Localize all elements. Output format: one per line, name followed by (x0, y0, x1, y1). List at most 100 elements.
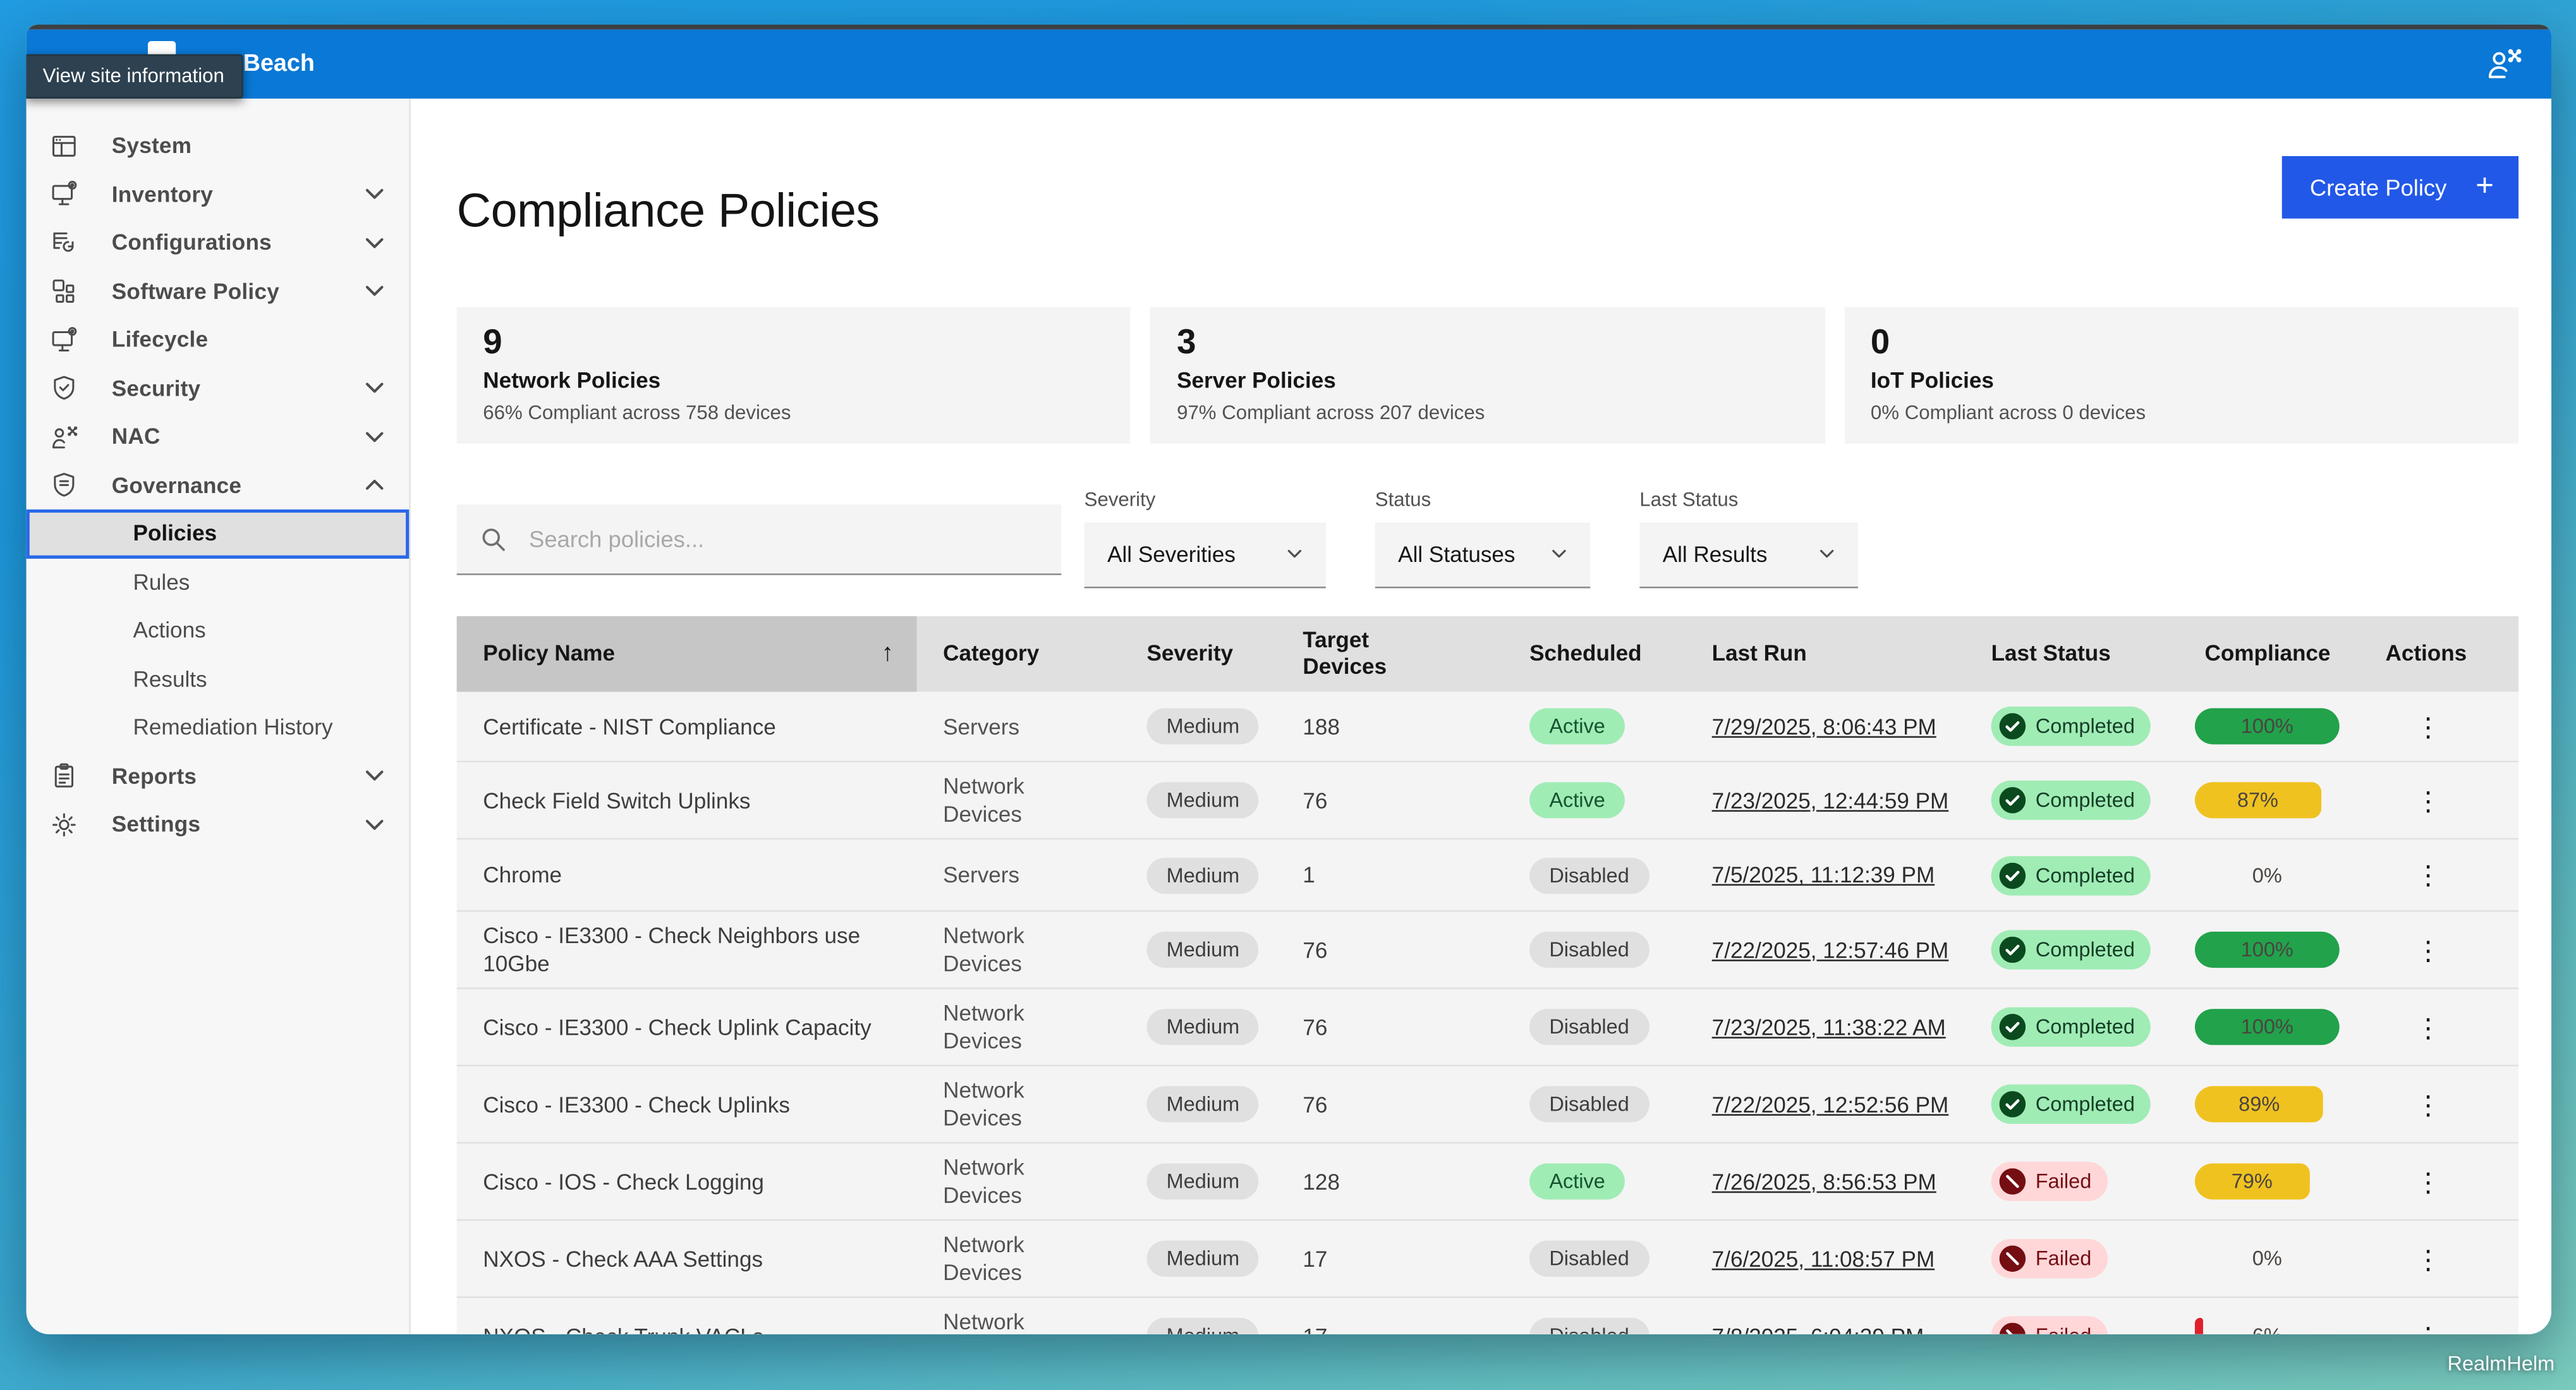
overflow-menu-icon[interactable]: ⋮ (2385, 862, 2441, 889)
sidebar-item-rules[interactable]: Rules (27, 558, 410, 607)
filter-group-last-status: Last StatusAll Results (1639, 488, 1858, 588)
compliance-percent-label: 100% (2195, 1009, 2340, 1045)
user-network-icon[interactable] (2484, 44, 2523, 83)
overflow-menu-icon[interactable]: ⋮ (2385, 1322, 2441, 1334)
cell-actions: ⋮ (2359, 763, 2518, 839)
create-policy-label: Create Policy (2310, 174, 2446, 201)
table-row[interactable]: ChromeServersMedium1Disabled7/5/2025, 11… (457, 840, 2518, 911)
last-status-badge: Failed (1991, 1239, 2108, 1278)
filter-dropdown-status[interactable]: All Statuses (1375, 522, 1591, 588)
sidebar-item-system[interactable]: System (27, 121, 410, 170)
cell-actions: ⋮ (2359, 1298, 2518, 1334)
column-header-compliance[interactable]: Compliance (2178, 616, 2359, 692)
search-input[interactable] (526, 524, 1038, 554)
last-run-link[interactable]: 7/26/2025, 8:56:53 PM (1712, 1167, 1936, 1195)
category-text: Network Devices (943, 1231, 1078, 1286)
column-header-last-status[interactable]: Last Status (1965, 616, 2178, 692)
cell-last-run: 7/6/2025, 11:08:57 PM (1686, 1221, 1965, 1297)
overflow-menu-icon[interactable]: ⋮ (2385, 1167, 2441, 1195)
sidebar-item-configurations[interactable]: Configurations (27, 219, 410, 267)
overflow-menu-icon[interactable]: ⋮ (2385, 1013, 2441, 1041)
sidebar-item-policies[interactable]: Policies (27, 509, 410, 558)
sidebar-item-remediation-history[interactable]: Remediation History (27, 704, 410, 752)
sidebar-item-inventory[interactable]: Inventory (27, 170, 410, 219)
chevron-down-icon (360, 810, 389, 839)
chevron-down-icon (360, 761, 389, 791)
table-row[interactable]: NXOS - Check AAA SettingsNetwork Devices… (457, 1221, 2518, 1298)
last-run-link[interactable]: 7/22/2025, 12:52:56 PM (1712, 1090, 1949, 1118)
filter-dropdown-last-status[interactable]: All Results (1639, 522, 1858, 588)
last-run-link[interactable]: 7/23/2025, 11:38:22 AM (1712, 1013, 1946, 1041)
cell-scheduled: Active (1504, 763, 1686, 839)
sidebar-item-label: Governance (112, 473, 360, 497)
page-title: Compliance Policies (457, 186, 880, 241)
target-devices-count: 76 (1303, 787, 1327, 815)
column-header-target-devices[interactable]: Target Devices (1277, 616, 1504, 692)
column-header-scheduled[interactable]: Scheduled (1504, 616, 1686, 692)
column-header-severity[interactable]: Severity (1121, 616, 1277, 692)
column-header-label: Severity (1146, 640, 1233, 667)
sidebar-item-security[interactable]: Security (27, 364, 410, 413)
chevron-down-icon (360, 228, 389, 258)
last-run-link[interactable]: 7/6/2025, 11:08:57 PM (1712, 1245, 1935, 1272)
scheduled-badge: Disabled (1529, 1009, 1649, 1045)
overflow-menu-icon[interactable]: ⋮ (2385, 1245, 2441, 1272)
cell-scheduled: Disabled (1504, 1221, 1686, 1297)
card-subtext: 66% Compliant across 758 devices (483, 401, 1104, 424)
sidebar-subitem-label: Actions (133, 618, 206, 643)
overflow-menu-icon[interactable]: ⋮ (2385, 1090, 2441, 1118)
column-header-label: Policy Name (483, 640, 615, 667)
cell-last-run: 7/22/2025, 12:57:46 PM (1686, 912, 1965, 988)
overflow-menu-icon[interactable]: ⋮ (2385, 712, 2441, 740)
cell-scheduled: Disabled (1504, 989, 1686, 1065)
sidebar-subitem-label: Rules (133, 570, 190, 594)
plus-icon: + (2476, 170, 2494, 201)
scheduled-badge: Active (1529, 709, 1625, 745)
sidebar-item-software-policy[interactable]: Software Policy (27, 267, 410, 315)
last-run-link[interactable]: 7/5/2025, 11:12:39 PM (1712, 862, 1935, 889)
summary-cards: 9Network Policies66% Compliant across 75… (457, 307, 2518, 444)
sidebar-item-nac[interactable]: NAC (27, 412, 410, 461)
last-run-link[interactable]: 7/23/2025, 12:44:59 PM (1712, 787, 1949, 815)
compliance-bar: 89% (2195, 1086, 2340, 1122)
table-row[interactable]: Cisco - IOS - Check LoggingNetwork Devic… (457, 1143, 2518, 1221)
cell-last-run: 7/29/2025, 8:06:43 PM (1686, 692, 1965, 762)
sidebar-item-governance[interactable]: Governance (27, 461, 410, 509)
cell-severity: Medium (1121, 692, 1277, 762)
table-row[interactable]: NXOS - Check Trunk VACLsNetwork DevicesM… (457, 1298, 2518, 1334)
table-row[interactable]: Cisco - IE3300 - Check Uplink CapacityNe… (457, 989, 2518, 1066)
column-header-label: Compliance (2205, 640, 2331, 667)
chevron-down-icon (1548, 543, 1571, 566)
overflow-menu-icon[interactable]: ⋮ (2385, 787, 2441, 815)
sidebar-item-settings[interactable]: Settings (27, 800, 410, 849)
cell-category: Network Devices (917, 989, 1121, 1065)
column-header-last-run[interactable]: Last Run (1686, 616, 1965, 692)
last-run-link[interactable]: 7/22/2025, 12:57:46 PM (1712, 936, 1949, 963)
column-header-policy-name[interactable]: Policy Name↑ (457, 616, 917, 692)
filter-dropdown-severity[interactable]: All Severities (1084, 522, 1326, 588)
last-status-text: Failed (2036, 1246, 2092, 1272)
last-run-link[interactable]: 7/8/2025, 6:04:39 PM (1712, 1322, 1924, 1334)
sidebar-item-results[interactable]: Results (27, 655, 410, 704)
cell-category: Network Devices (917, 912, 1121, 988)
sidebar-item-actions[interactable]: Actions (27, 606, 410, 655)
table-row[interactable]: Cisco - IE3300 - Check UplinksNetwork De… (457, 1066, 2518, 1143)
table-row[interactable]: Certificate - NIST ComplianceServersMedi… (457, 692, 2518, 763)
nac-icon (49, 422, 79, 451)
sidebar-item-lifecycle[interactable]: Lifecycle (27, 315, 410, 364)
column-header-category[interactable]: Category (917, 616, 1121, 692)
column-header-actions[interactable]: Actions (2359, 616, 2518, 692)
desktop: Beach View site information SystemInvent… (0, 0, 2576, 1390)
compliance-percent-label: 100% (2195, 709, 2340, 745)
sidebar-item-reports[interactable]: Reports (27, 752, 410, 800)
last-run-link[interactable]: 7/29/2025, 8:06:43 PM (1712, 712, 1936, 740)
search-input-wrapper[interactable] (457, 504, 1062, 575)
table-row[interactable]: Check Field Switch UplinksNetwork Device… (457, 763, 2518, 840)
overflow-menu-icon[interactable]: ⋮ (2385, 936, 2441, 963)
cell-actions: ⋮ (2359, 1221, 2518, 1297)
summary-card-iot-policies: 0IoT Policies0% Compliant across 0 devic… (1844, 307, 2518, 444)
table-row[interactable]: Cisco - IE3300 - Check Neighbors use 10G… (457, 912, 2518, 989)
category-text: Servers (943, 712, 1019, 740)
create-policy-button[interactable]: Create Policy + (2282, 156, 2518, 219)
last-status-badge: Completed (1991, 856, 2151, 895)
